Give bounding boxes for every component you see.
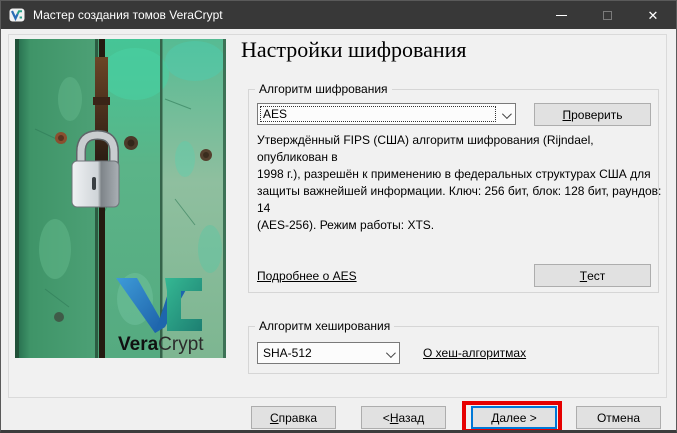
page-title: Настройки шифрования — [241, 37, 467, 63]
close-button[interactable]: ✕ — [630, 1, 676, 29]
svg-text:VeraCrypt: VeraCrypt — [118, 334, 204, 355]
next-button[interactable]: Далее > — [471, 406, 557, 429]
minimize-icon — [556, 15, 567, 16]
chevron-down-icon — [386, 348, 396, 358]
close-icon: ✕ — [648, 9, 659, 22]
titlebar: Мастер создания томов VeraCrypt ✕ — [1, 1, 676, 29]
encryption-algorithm-value: AES — [263, 107, 287, 121]
focus-rectangle — [260, 106, 496, 122]
help-button[interactable]: Справка — [251, 406, 336, 429]
logo-text-crypt: Crypt — [158, 334, 204, 355]
minimize-button[interactable] — [538, 1, 584, 29]
hasp-image — [95, 57, 108, 173]
maximize-button — [584, 1, 630, 29]
hash-info-link[interactable]: О хеш-алгоритмах — [423, 346, 526, 360]
veracrypt-app-icon — [9, 7, 25, 23]
benchmark-button[interactable]: Тест — [534, 264, 651, 287]
algorithm-description: Утверждённый FIPS (США) алгоритм шифрова… — [257, 132, 662, 234]
cancel-button[interactable]: Отмена — [576, 406, 661, 429]
more-about-aes-link[interactable]: Подробнее о AES — [257, 269, 357, 283]
back-button[interactable]: < Назад — [361, 406, 446, 429]
window-title: Мастер создания томов VeraCrypt — [33, 8, 223, 22]
hash-group-label: Алгоритм хеширования — [255, 319, 394, 333]
hash-algorithm-select[interactable]: SHA-512 — [257, 342, 400, 364]
window-controls: ✕ — [538, 1, 676, 29]
veracrypt-wizard-window: Мастер создания томов VeraCrypt ✕ — [0, 0, 677, 433]
maximize-icon — [603, 11, 612, 20]
logo-text-vera: Vera — [118, 334, 159, 355]
verify-button[interactable]: Проверить — [534, 103, 651, 126]
encryption-group-label: Алгоритм шифрования — [255, 82, 392, 96]
hash-algorithm-value: SHA-512 — [263, 346, 312, 360]
chevron-down-icon — [502, 109, 512, 119]
door-photo: VeraCrypt — [15, 39, 226, 358]
encryption-algorithm-select[interactable]: AES — [257, 103, 516, 125]
